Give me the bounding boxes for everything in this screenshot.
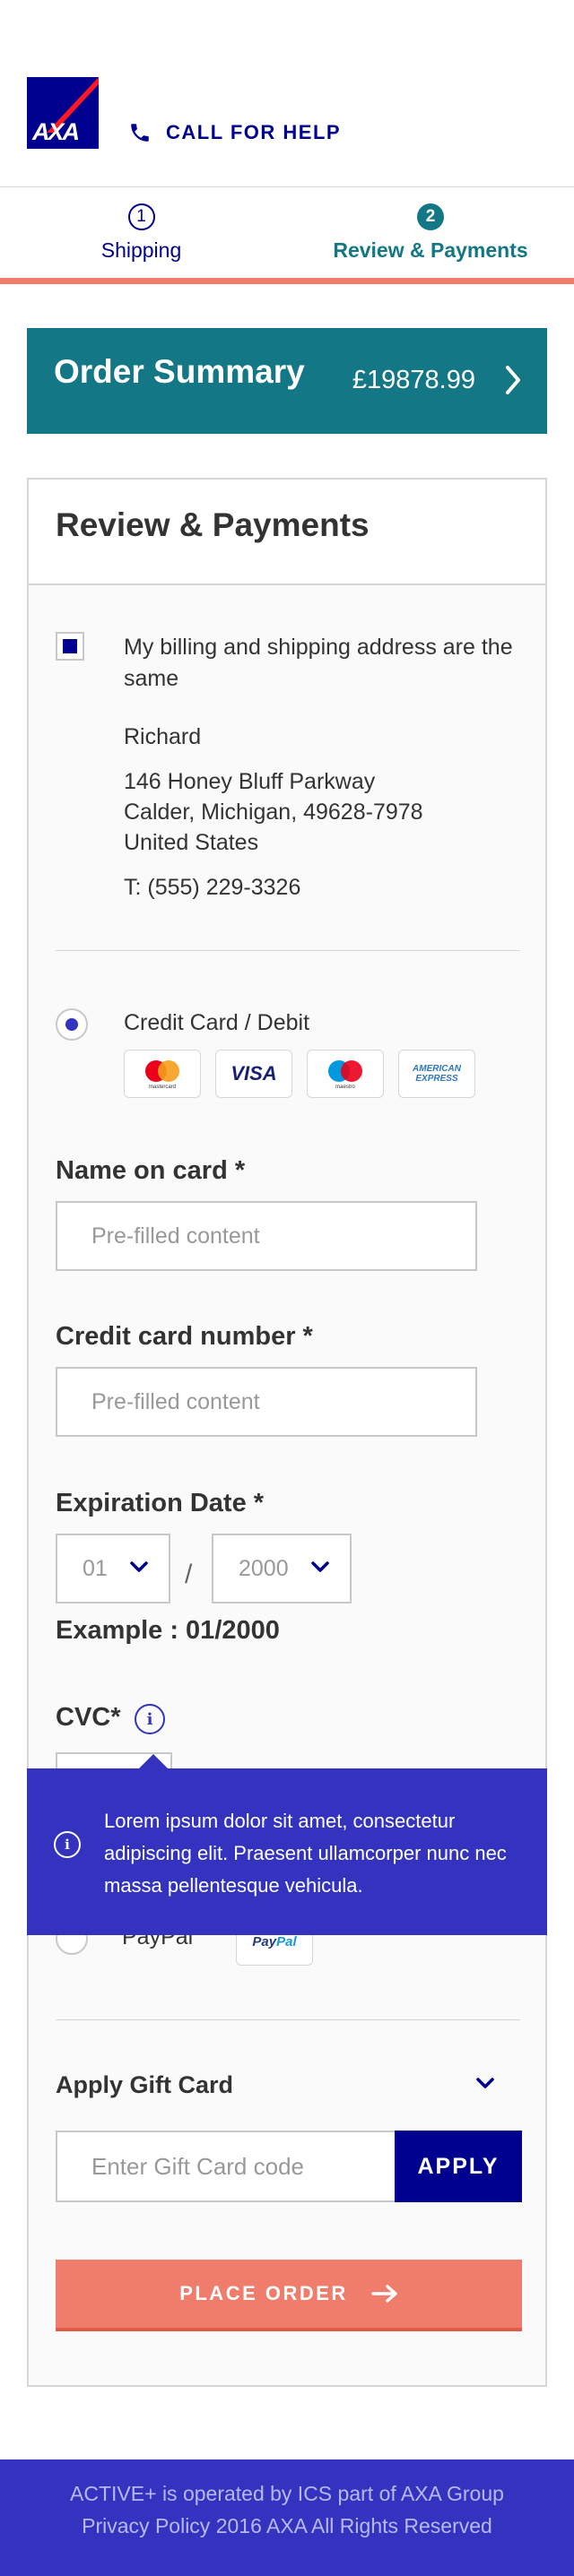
order-summary-toggle[interactable]: Order Summary £19878.99 [27,328,547,434]
step-number: 2 [417,203,444,230]
chevron-down-icon[interactable] [475,2077,495,2089]
cvc-tooltip: i Lorem ipsum dolor sit amet, consectetu… [27,1754,547,1935]
footer-operated-by: ACTIVE+ is operated by ICS part of AXA G… [70,2482,504,2505]
axa-logo[interactable]: AXA [27,77,99,149]
expiry-month-value: 01 [83,1555,108,1581]
gift-card-input[interactable]: Enter Gift Card code [56,2131,396,2202]
maestro-text: maestro [335,1085,355,1090]
step-label: Review & Payments [333,238,528,262]
expiry-month-select[interactable]: 01 [56,1534,170,1604]
step-review-payments[interactable]: 2 Review & Payments [287,203,574,263]
footer: ACTIVE+ is operated by ICS part of AXA G… [0,2459,574,2576]
stepper-progress-bar [0,278,574,284]
panel-title: Review & Payments [56,506,370,543]
address-street: 146 Honey Bluff Parkway [124,769,376,794]
card-brand-list: mastercard VISA maestro AMERICAN EXPRESS [124,1050,475,1098]
credit-card-radio[interactable] [56,1008,88,1041]
mastercard-text: mastercard [149,1085,176,1090]
address-country: United States [124,830,259,855]
cvc-label: CVC* [56,1703,121,1732]
name-on-card-input[interactable]: Pre-filled content [56,1201,477,1271]
info-icon: i [54,1831,81,1858]
apply-gift-card-button[interactable]: APPLY [395,2131,522,2202]
order-total: £19878.99 [352,366,475,394]
panel-header: Review & Payments [29,480,545,585]
section-divider [56,2019,520,2020]
chevron-right-icon [506,366,520,394]
call-for-help-link[interactable]: CALL FOR HELP [128,119,341,146]
same-address-label: My billing and shipping address are the … [124,635,513,691]
logo-text: AXA [31,118,79,145]
expiry-separator: / [185,1560,193,1589]
address-name: Richard [124,724,202,749]
card-number-input[interactable]: Pre-filled content [56,1367,477,1437]
section-divider [56,950,520,951]
tooltip-text: Lorem ipsum dolor sit amet, consectetur … [104,1810,507,1897]
place-order-label: PLACE ORDER [179,2282,348,2304]
maestro-icon: maestro [307,1050,384,1098]
expiry-year-select[interactable]: 2000 [212,1534,352,1604]
review-payments-panel: Review & Payments My billing and shippin… [27,478,547,2387]
paypal-logo-pal: Pal [276,1933,297,1949]
call-for-help-label: CALL FOR HELP [166,121,342,143]
place-order-button[interactable]: PLACE ORDER [56,2260,522,2331]
chevron-down-icon [311,1561,329,1572]
card-number-label: Credit card number * [56,1322,313,1351]
amex-text: AMERICAN EXPRESS [413,1064,461,1084]
expiration-date-label: Expiration Date * [56,1489,265,1517]
expiry-example: Example : 01/2000 [56,1616,280,1645]
step-label: Shipping [100,238,182,262]
axa-logo-mark: AXA [31,77,99,145]
paypal-logo-pay: Pay [252,1933,277,1949]
address-phone: T: (555) 229-3326 [124,875,301,900]
chevron-down-icon [130,1561,148,1572]
credit-card-label: Credit Card / Debit [124,1010,310,1035]
billing-address: Richard 146 Honey Bluff Parkway Calder, … [124,722,423,903]
step-shipping[interactable]: 1 Shipping [0,203,283,263]
checkout-stepper: 1 Shipping 2 Review & Payments [0,187,574,284]
gift-card-title[interactable]: Apply Gift Card [56,2071,233,2099]
address-city: Calder, Michigan, 49628-7978 [124,800,423,825]
order-summary-title: Order Summary [54,353,305,390]
visa-text: VISA [230,1062,277,1085]
visa-icon: VISA [215,1050,292,1098]
arrow-right-icon [371,2285,397,2303]
phone-icon [131,124,149,142]
same-address-checkbox[interactable] [56,632,84,661]
header: AXA CALL FOR HELP [0,0,574,188]
mastercard-icon: mastercard [124,1050,201,1098]
name-on-card-label: Name on card * [56,1156,246,1185]
checkbox-checked-mark [63,639,77,653]
expiry-year-value: 2000 [239,1555,289,1581]
amex-icon: AMERICAN EXPRESS [398,1050,475,1098]
footer-copyright[interactable]: Privacy Policy 2016 AXA All Rights Reser… [0,2510,574,2542]
cvc-info-icon[interactable]: i [135,1704,165,1734]
step-number: 1 [127,203,155,230]
